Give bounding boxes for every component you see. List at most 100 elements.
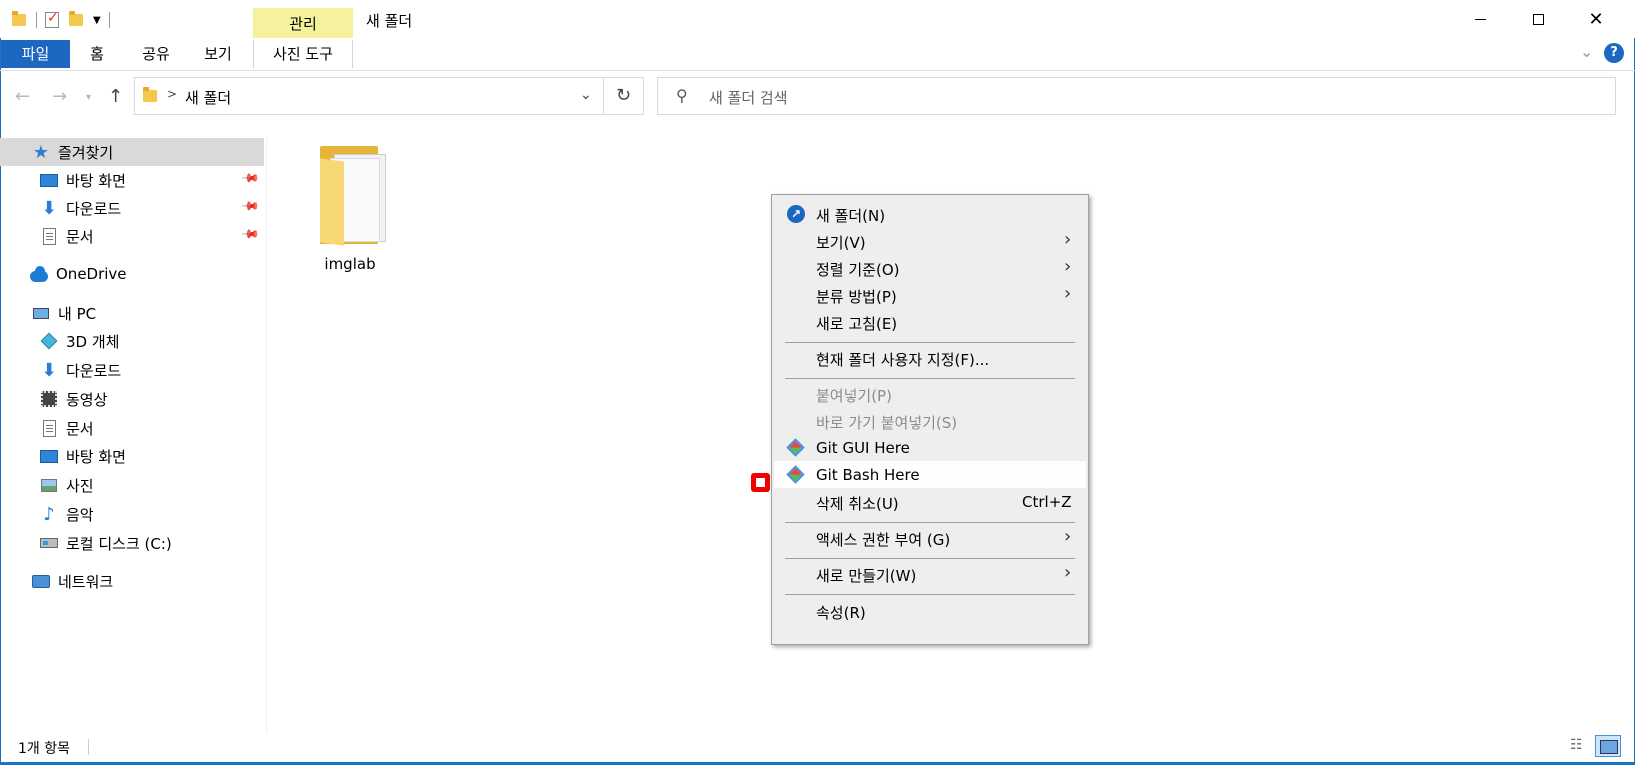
sidebar-item-quick-access[interactable]: ★ 즐겨찾기 xyxy=(0,138,264,166)
folder-icon xyxy=(143,87,157,102)
sidebar-item-label: 로컬 디스크 (C:) xyxy=(66,534,172,553)
menu-separator xyxy=(785,378,1075,379)
pc-icon xyxy=(32,304,50,322)
menu-item-undo-delete[interactable]: 삭제 취소(U) Ctrl+Z xyxy=(774,488,1086,515)
help-button[interactable]: ? xyxy=(1604,43,1624,63)
star-icon: ★ xyxy=(32,141,50,163)
picture-icon xyxy=(40,476,58,494)
sidebar-item-label: 3D 개체 xyxy=(66,332,120,351)
video-icon xyxy=(40,390,58,408)
submenu-arrow-icon: › xyxy=(1064,256,1072,277)
menu-item-label: Git Bash Here xyxy=(816,466,920,484)
sidebar-item-label: OneDrive xyxy=(56,265,127,283)
sidebar-item-videos[interactable]: 동영상 xyxy=(0,385,264,413)
status-bar: 1개 항목 ☷ xyxy=(0,733,1635,762)
refresh-button[interactable]: ↻ xyxy=(604,77,644,115)
properties-icon[interactable] xyxy=(45,10,61,28)
sidebar-item-label: 다운로드 xyxy=(66,361,122,380)
sidebar-item-desktop-pinned[interactable]: 바탕 화면 📌 xyxy=(0,166,264,194)
submenu-arrow-icon: › xyxy=(1064,526,1072,547)
network-icon xyxy=(32,572,50,590)
menu-item-git-bash[interactable]: Git Bash Here xyxy=(774,461,1086,488)
new-folder-qa-icon[interactable] xyxy=(69,11,85,28)
submenu-arrow-icon: › xyxy=(1064,562,1072,583)
menu-item-group-by[interactable]: 분류 방법(P) › xyxy=(774,281,1086,308)
forward-arrow-icon[interactable]: → xyxy=(52,86,67,107)
menu-item-give-access[interactable]: 액세스 권한 부여 (G) › xyxy=(774,524,1086,551)
sidebar-item-downloads-pinned[interactable]: ⬇ 다운로드 📌 xyxy=(0,194,264,222)
menu-item-git-gui[interactable]: Git GUI Here xyxy=(774,434,1086,461)
menu-separator xyxy=(785,558,1075,559)
sidebar-item-network[interactable]: 네트워크 xyxy=(0,567,264,595)
minimize-icon xyxy=(1474,18,1486,20)
large-icons-view-icon[interactable] xyxy=(1595,735,1621,757)
sidebar-item-label: 내 PC xyxy=(58,304,97,323)
menu-item-new[interactable]: 새로 만들기(W) › xyxy=(774,560,1086,587)
tab-home[interactable]: 홈 xyxy=(72,40,122,68)
sidebar-item-pictures[interactable]: 사진 xyxy=(0,471,264,499)
git-icon xyxy=(786,438,805,457)
customize-dropdown-icon[interactable]: ▼ xyxy=(93,15,101,26)
sidebar-item-local-disk[interactable]: 로컬 디스크 (C:) xyxy=(0,529,264,557)
breadcrumb-chevron-icon[interactable]: > xyxy=(167,87,177,101)
sidebar-item-documents[interactable]: 문서 xyxy=(0,414,264,442)
search-box[interactable]: ⚲ 새 폴더 검색 xyxy=(657,77,1616,115)
new-folder-icon: ↗ xyxy=(787,205,805,223)
sidebar-item-downloads[interactable]: ⬇ 다운로드 xyxy=(0,356,264,384)
window-title: 새 폴더 xyxy=(366,12,413,30)
menu-item-label: Git GUI Here xyxy=(816,439,910,457)
sidebar-item-documents-pinned[interactable]: 문서 📌 xyxy=(0,222,264,250)
tab-file[interactable]: 파일 xyxy=(1,40,70,68)
sidebar-item-this-pc[interactable]: 내 PC xyxy=(0,299,264,327)
menu-item-label: 새 폴더(N) xyxy=(816,207,886,225)
navigation-pane: ★ 즐겨찾기 바탕 화면 📌 ⬇ 다운로드 📌 문서 📌 OneDrive 내 … xyxy=(0,138,267,733)
menu-item-properties[interactable]: 속성(R) xyxy=(774,597,1086,624)
menu-item-refresh[interactable]: 새로 고침(E) xyxy=(774,308,1086,335)
sidebar-item-desktop[interactable]: 바탕 화면 xyxy=(0,442,264,470)
menu-item-label: 붙여넣기(P) xyxy=(816,387,892,405)
submenu-arrow-icon: › xyxy=(1064,283,1072,304)
sidebar-item-label: 네트워크 xyxy=(58,572,114,591)
sidebar-item-music[interactable]: ♪ 음악 xyxy=(0,500,264,528)
disk-icon xyxy=(40,534,58,552)
menu-item-sort-by[interactable]: 정렬 기준(O) › xyxy=(774,254,1086,281)
sidebar-item-label: 음악 xyxy=(66,505,94,524)
ribbon-tabs: 파일 홈 공유 보기 사진 도구 ⌄ ? xyxy=(0,38,1635,71)
minimize-button[interactable] xyxy=(1451,0,1509,38)
ribbon-expand-chevron-icon[interactable]: ⌄ xyxy=(1580,42,1593,61)
sidebar-item-label: 문서 xyxy=(66,419,94,438)
file-item-folder[interactable]: imglab xyxy=(306,140,394,273)
pin-icon: 📌 xyxy=(240,167,261,189)
download-icon: ⬇ xyxy=(41,197,57,219)
sidebar-item-label: 즐겨찾기 xyxy=(58,143,114,162)
close-icon: ✕ xyxy=(1588,8,1604,30)
menu-item-paste: 붙여넣기(P) xyxy=(774,380,1086,407)
sidebar-item-onedrive[interactable]: OneDrive xyxy=(0,260,264,288)
tab-view[interactable]: 보기 xyxy=(190,40,246,68)
sidebar-item-3d-objects[interactable]: 3D 개체 xyxy=(0,327,264,355)
menu-item-new-folder[interactable]: ↗ 새 폴더(N) xyxy=(774,200,1086,227)
menu-item-label: 새로 고침(E) xyxy=(816,315,898,333)
details-view-icon[interactable]: ☷ xyxy=(1570,737,1590,755)
menu-item-view[interactable]: 보기(V) › xyxy=(774,227,1086,254)
address-bar[interactable]: > 새 폴더 ⌄ xyxy=(134,77,604,115)
address-dropdown-icon[interactable]: ⌄ xyxy=(580,87,592,103)
back-arrow-icon[interactable]: ← xyxy=(15,86,30,107)
sidebar-item-label: 바탕 화면 xyxy=(66,447,126,466)
up-arrow-icon[interactable]: ↑ xyxy=(108,86,123,107)
menu-item-customize-folder[interactable]: 현재 폴더 사용자 지정(F)... xyxy=(774,344,1086,371)
menu-separator xyxy=(785,522,1075,523)
desktop-icon xyxy=(40,171,58,189)
status-divider xyxy=(88,739,89,755)
breadcrumb[interactable]: 새 폴더 xyxy=(185,87,231,108)
menu-item-label: 삭제 취소(U) xyxy=(816,495,899,513)
close-button[interactable]: ✕ xyxy=(1567,0,1625,38)
maximize-button[interactable] xyxy=(1509,0,1567,38)
tab-picture-tools[interactable]: 사진 도구 xyxy=(253,40,353,68)
tab-share[interactable]: 공유 xyxy=(126,40,186,68)
sidebar-item-label: 다운로드 xyxy=(66,199,122,218)
sidebar-item-label: 동영상 xyxy=(66,390,108,409)
recent-locations-icon[interactable]: ▾ xyxy=(86,92,91,103)
manage-context-tab[interactable]: 관리 xyxy=(253,8,353,38)
search-input[interactable]: 새 폴더 검색 xyxy=(709,87,788,108)
